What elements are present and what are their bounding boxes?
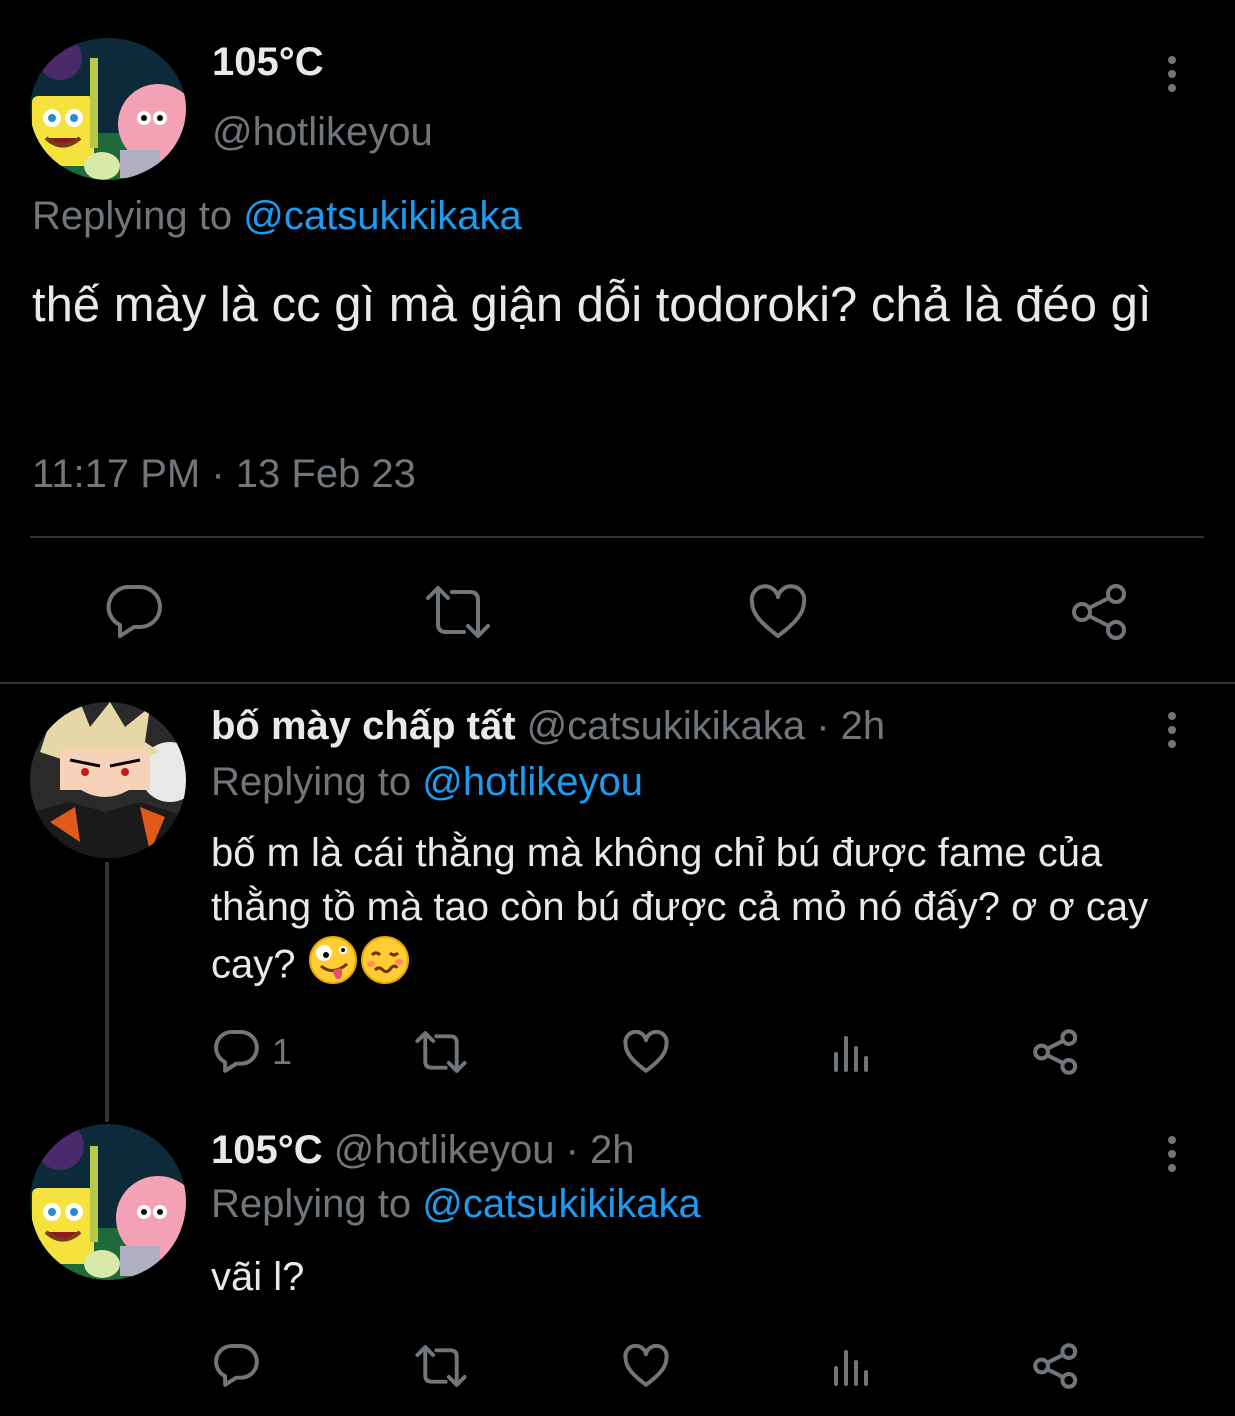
reply-icon[interactable] [106, 582, 164, 640]
handle[interactable]: @catsukikikaka [527, 704, 805, 748]
post-age: · 2h [816, 704, 886, 748]
reply-icon[interactable] [214, 1342, 260, 1388]
post-age: · 2h [565, 1128, 635, 1172]
views-icon[interactable] [832, 1032, 872, 1072]
retweet-icon[interactable] [414, 1030, 468, 1074]
replying-handle-link[interactable]: @hotlikeyou [422, 760, 643, 804]
tweet-text: vãi l? [211, 1255, 305, 1299]
divider [30, 536, 1204, 538]
handle[interactable]: @hotlikeyou [212, 110, 433, 155]
retweet-icon[interactable] [424, 584, 492, 640]
replying-to: Replying to @catsukikikaka [32, 194, 522, 239]
replying-prefix: Replying to [32, 194, 233, 238]
share-icon[interactable] [1070, 582, 1130, 642]
avatar-spongebob[interactable] [30, 38, 186, 180]
reply-count[interactable]: 1 [272, 1031, 292, 1073]
like-icon[interactable] [748, 584, 808, 640]
replying-to: Replying to @catsukikikaka [211, 1182, 701, 1227]
zany-face-emoji [307, 934, 359, 1000]
reply-header: 105°C @hotlikeyou · 2h [211, 1128, 635, 1173]
more-options-icon[interactable] [1152, 1134, 1192, 1174]
retweet-icon[interactable] [414, 1344, 468, 1388]
more-options-icon[interactable] [1152, 710, 1192, 750]
replying-prefix: Replying to [211, 760, 412, 804]
divider [0, 682, 1235, 684]
replying-handle-link[interactable]: @catsukikikaka [422, 1182, 700, 1226]
display-name[interactable]: 105°C [211, 1128, 323, 1172]
handle[interactable]: @hotlikeyou [334, 1128, 555, 1172]
display-name[interactable]: bố mày chấp tất [211, 704, 516, 748]
reply-header: bố mày chấp tất @catsukikikaka · 2h [211, 704, 885, 749]
woozy-face-emoji [359, 934, 411, 1000]
replying-handle-link[interactable]: @catsukikikaka [243, 194, 521, 238]
more-options-icon[interactable] [1152, 54, 1192, 94]
like-icon[interactable] [622, 1030, 670, 1074]
avatar-bakugo[interactable] [30, 702, 186, 858]
display-name[interactable]: 105°C [212, 40, 324, 85]
like-icon[interactable] [622, 1344, 670, 1388]
reply-icon[interactable] [214, 1028, 260, 1074]
views-icon[interactable] [832, 1346, 872, 1386]
timestamp[interactable]: 11:17 PM · 13 Feb 23 [32, 452, 416, 497]
tweet-text: thế mày là cc gì mà giận dỗi todoroki? c… [32, 278, 1152, 332]
share-icon[interactable] [1032, 1028, 1080, 1076]
avatar-spongebob[interactable] [30, 1124, 186, 1280]
share-icon[interactable] [1032, 1342, 1080, 1390]
thread-line [105, 862, 109, 1122]
tweet-body: bố m là cái thằng mà không chỉ bú được f… [211, 826, 1201, 1000]
replying-prefix: Replying to [211, 1182, 412, 1226]
replying-to: Replying to @hotlikeyou [211, 760, 643, 805]
